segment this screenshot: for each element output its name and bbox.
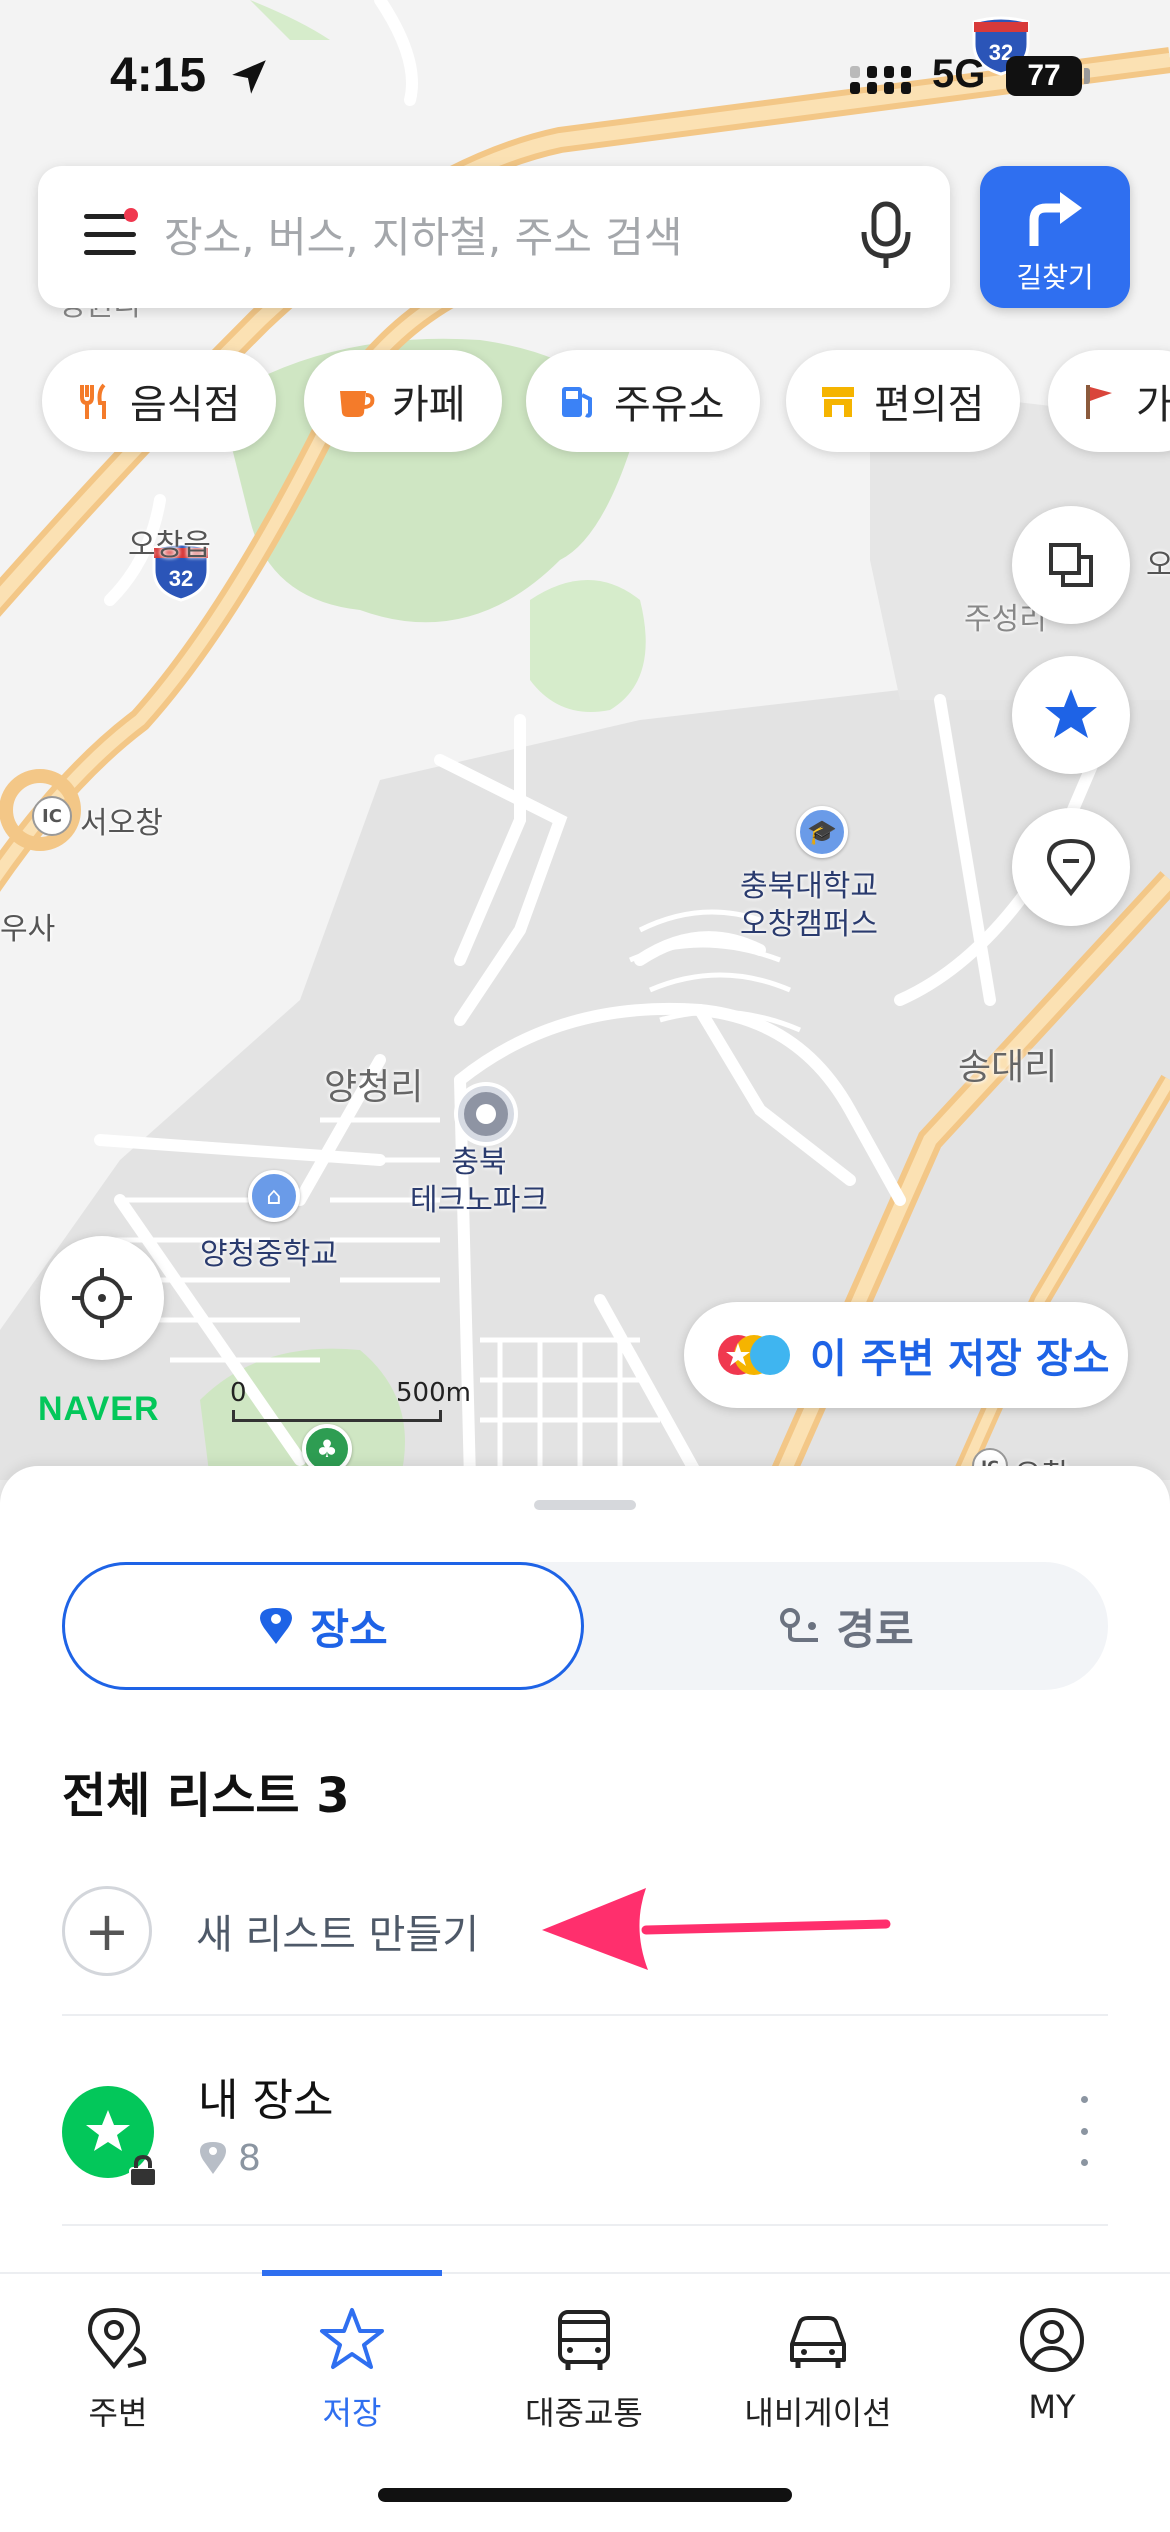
tab-label: MY [1028,2388,1076,2426]
annotation-arrow-icon [542,1888,891,1970]
place-pin-button[interactable] [1012,808,1130,926]
tab-transit[interactable]: 대중교통 [484,2304,684,2434]
tab-saved[interactable]: 저장 [252,2304,452,2434]
tab-label: 주변 [88,2394,148,2432]
tab-navigation[interactable]: 내비게이션 [718,2304,918,2434]
category-label: 편의점 [874,382,985,428]
list-item[interactable]: 내 장소 8 [62,2056,1108,2206]
nearby-saved-places-button[interactable]: 이 주변 저장 장소 [684,1302,1128,1408]
star-icon [320,2308,384,2369]
create-new-list-label: 새 리스트 만들기 [196,1912,480,1958]
status-bar: 4:15 5G 77 [0,0,1170,150]
directions-label: 길찾기 [1016,261,1094,294]
map-label-yangcheong: 양청리 [324,1067,424,1108]
tab-places-label: 장소 [310,1604,388,1654]
poi-technopark-label[interactable]: 충북 테크노파크 [410,1144,548,1219]
scale-distance: 500m [396,1378,471,1408]
battery-tip [1084,68,1090,84]
map-pin-icon [1046,838,1096,897]
tab-routes-label: 경로 [836,1604,914,1654]
star-icon [1045,689,1097,738]
car-icon [790,2316,846,2368]
map-label-seoocheon: 서오창 [80,806,163,841]
category-chip-partial[interactable]: 가 [1048,350,1170,452]
ic-badge-icon: IC [32,796,72,836]
directions-button[interactable]: 길찾기 [980,166,1130,308]
saved-stars-icon [718,1335,790,1375]
technopark-marker-icon[interactable] [458,1086,514,1142]
bottom-tab-bar: 주변 저장 대중교통 내비게이션 MY [0,2270,1170,2532]
fork-knife-icon [80,383,106,419]
category-chips: 음식점 카페 주유소 편의점 가 [42,350,1170,454]
nearby-pin-icon [87,2307,147,2370]
map-label-usa: 우사 [0,912,56,947]
tab-label: 내비게이션 [744,2394,892,2432]
flag-icon [1086,385,1112,419]
map-layers-button[interactable] [1012,506,1130,624]
category-chip-gas-station[interactable]: 주유소 [526,350,761,452]
microphone-icon[interactable] [854,200,918,272]
tab-label: 저장 [322,2394,382,2432]
tab-my[interactable]: MY [952,2304,1152,2426]
list-name: 내 장소 [198,2075,334,2126]
gas-pump-icon [562,387,592,418]
school-icon[interactable]: ⌂ [248,1170,300,1222]
saved-places-toggle-button[interactable] [1012,656,1130,774]
status-time: 4:15 [110,49,207,102]
home-indicator [378,2488,792,2502]
category-chip-convenience-store[interactable]: 편의점 [786,350,1021,452]
scale-zero: 0 [230,1378,247,1408]
saved-type-segmented-control: 장소 경로 [62,1562,1108,1690]
profile-icon [1020,2308,1084,2372]
tab-label: 대중교통 [525,2394,643,2432]
route-path-icon [780,1608,819,1642]
category-label: 주유소 [614,382,725,428]
category-chip-cafe[interactable]: 카페 [304,350,502,452]
turn-right-arrow-icon [1029,192,1082,246]
divider [62,2014,1108,2016]
location-pin-icon [260,1608,293,1644]
sheet-drag-handle[interactable] [534,1500,636,1510]
tab-places[interactable]: 장소 [62,1562,584,1690]
layers-icon [1049,543,1093,587]
category-label: 카페 [392,382,466,428]
map-label-right-edge: 오 [1146,548,1170,583]
map-label-songdae: 송대리 [958,1047,1058,1088]
current-location-button[interactable] [40,1236,164,1360]
poi-middle-school-label[interactable]: 양청중학교 [200,1236,338,1274]
category-chip-restaurant[interactable]: 음식점 [42,350,277,452]
coffee-cup-icon [340,391,375,417]
tab-routes[interactable]: 경로 [584,1562,1108,1690]
nearby-saved-label: 이 주변 저장 장소 [810,1336,1110,1382]
map-label-ocheon-eup: 오창읍 [128,528,211,563]
store-icon [822,387,854,417]
search-input[interactable] [164,202,844,272]
poi-university-label[interactable]: 충북대학교 오창캠퍼스 [740,868,878,943]
bus-icon [558,2310,610,2370]
cellular-signal-icon [850,66,911,94]
tab-nearby[interactable]: 주변 [18,2304,218,2434]
university-icon[interactable]: 🎓 [796,806,848,858]
location-arrow-icon [232,60,266,94]
lock-icon [129,2154,157,2187]
category-label: 음식점 [130,382,241,428]
active-tab-indicator [262,2270,442,2276]
crosshair-icon [72,1268,132,1328]
network-type: 5G [932,52,986,96]
location-pin-icon [200,2142,226,2174]
divider [62,2224,1108,2226]
category-label: 가 [1136,382,1170,428]
scale-bar [232,1410,442,1422]
battery-icon: 77 [1006,56,1082,96]
naver-logo: NAVER [38,1390,160,1428]
search-bar[interactable] [38,166,950,308]
star-icon [86,2110,130,2151]
highway-number: 32 [169,566,193,591]
notification-dot [124,208,138,222]
more-options-icon[interactable] [1074,2096,1094,2166]
plus-icon: + [62,1886,152,1976]
list-place-count: 8 [238,2138,261,2179]
list-count-title: 전체 리스트 3 [62,1768,350,1824]
